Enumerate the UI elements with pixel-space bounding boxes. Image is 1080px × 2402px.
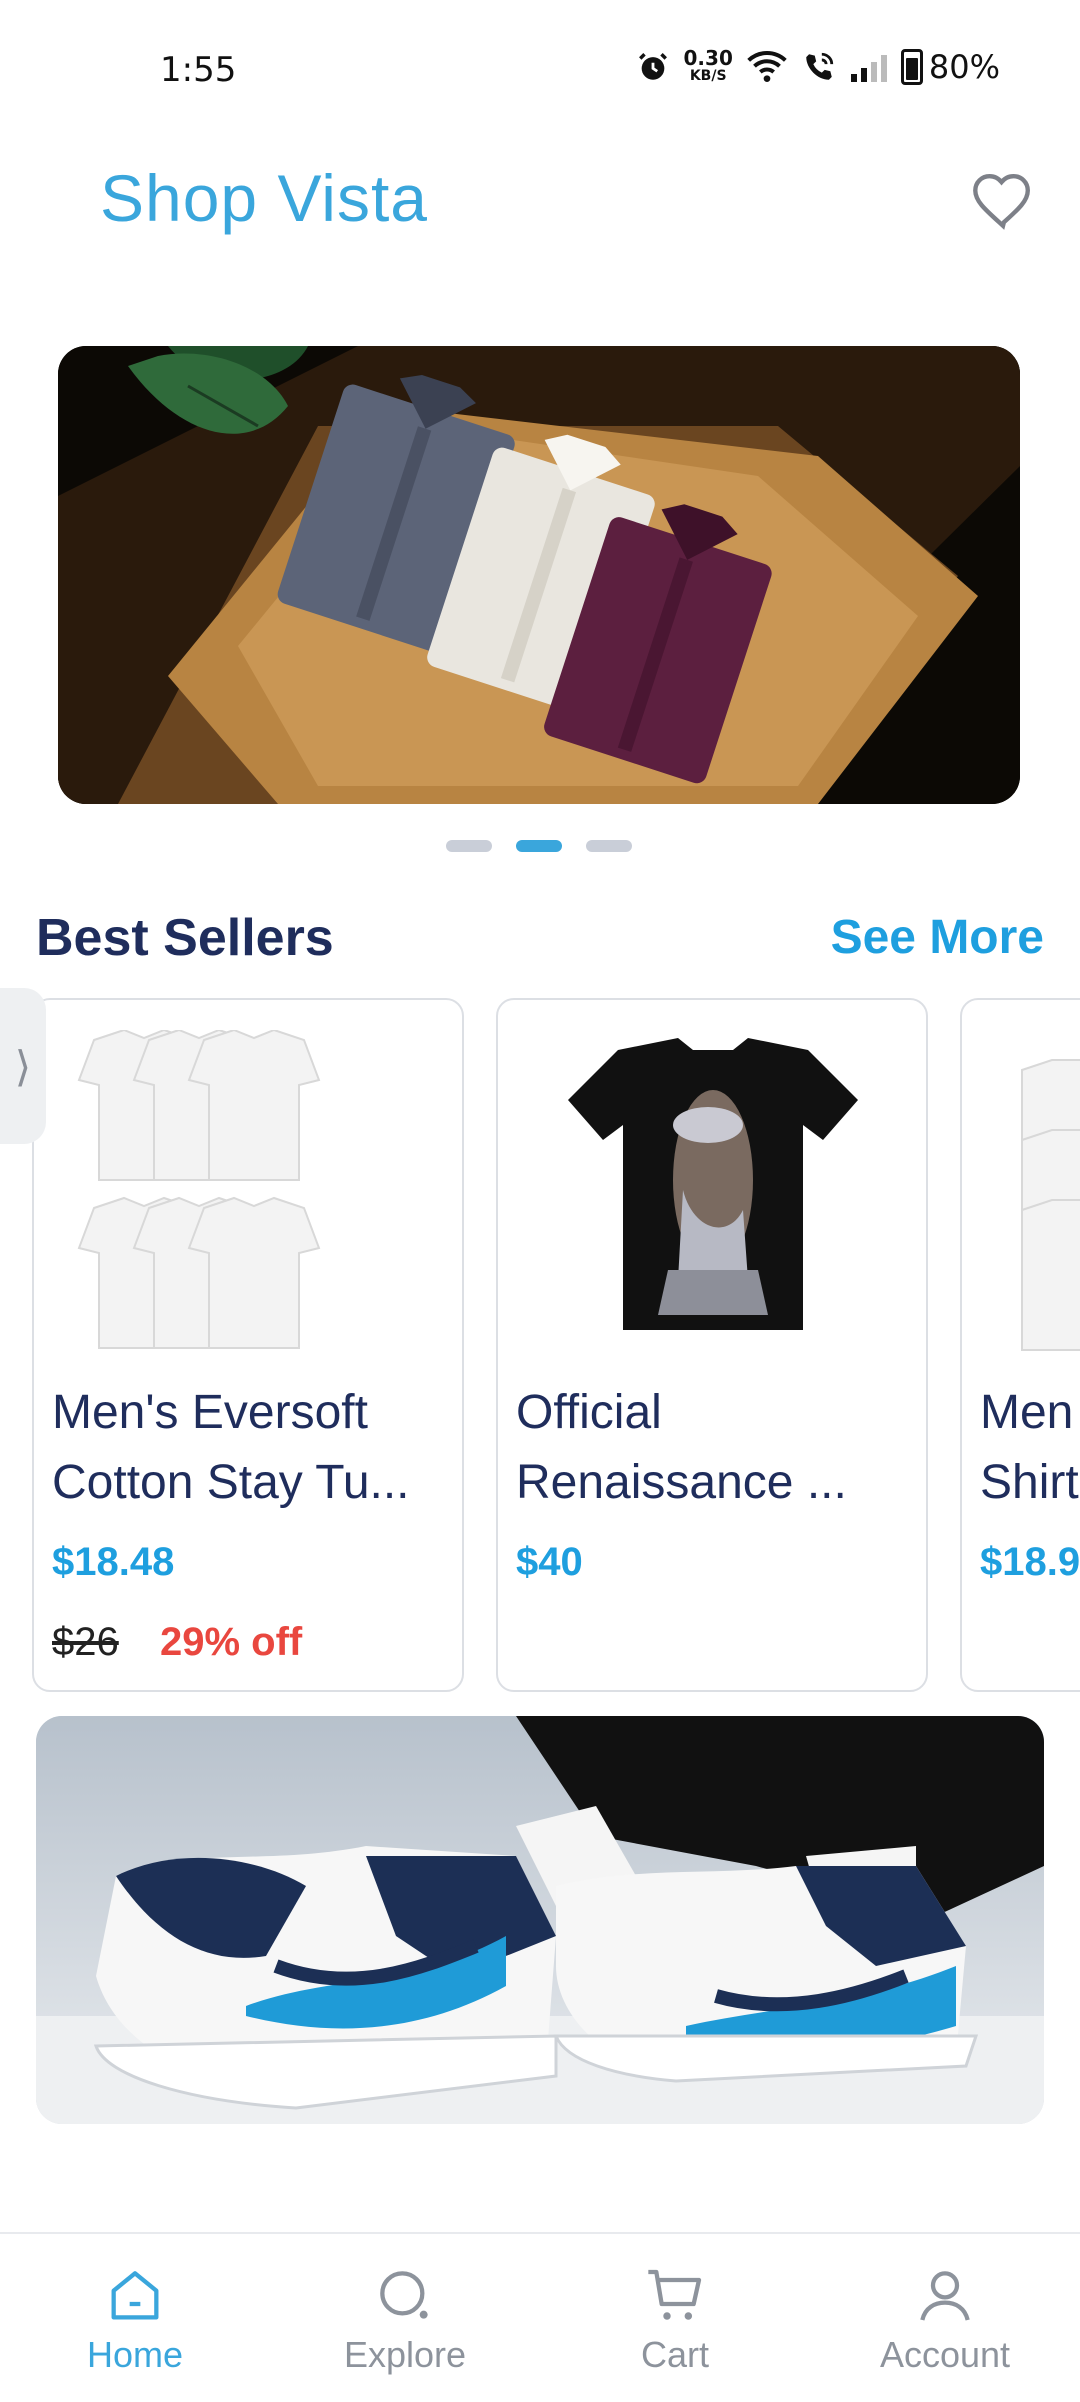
alarm-icon: [638, 53, 667, 80]
bottom-navigation: Home Explore Cart Account: [0, 2232, 1080, 2400]
status-icons: 0.30 KB/S 80%: [636, 48, 1000, 86]
product-name-line: Renaissance ...: [516, 1456, 847, 1509]
product-name-line: Men's Eversoft: [52, 1386, 368, 1439]
carousel-dot-active[interactable]: [516, 840, 562, 852]
product-name-line: Official: [516, 1386, 662, 1439]
section-title-best-sellers: Best Sellers: [36, 909, 334, 967]
battery-icon: [900, 49, 923, 85]
banner-image-shirts: [58, 346, 1020, 804]
nav-item-cart[interactable]: Cart: [540, 2234, 810, 2402]
home-icon: [111, 2271, 159, 2320]
app-title: Shop Vista: [100, 161, 429, 235]
app-header: Shop Vista: [0, 150, 1080, 260]
cart-icon: [648, 2269, 702, 2320]
wifi-icon: [747, 51, 787, 82]
nav-label: Account: [879, 2334, 1011, 2375]
side-drawer-handle[interactable]: ⟩: [0, 988, 46, 1144]
carousel-dot[interactable]: [446, 840, 492, 852]
net-speed-unit: KB/S: [689, 68, 727, 84]
carousel-dot[interactable]: [586, 840, 632, 852]
product-name: Men's Eversoft Cotton Stay Tu...: [52, 1378, 452, 1518]
battery-indicator: 80%: [900, 48, 1000, 86]
product-image-tshirt-pack: [77, 1030, 321, 1349]
product-image-black-tshirt: [568, 1038, 858, 1330]
net-speed: 0.30 KB/S: [683, 46, 733, 85]
net-speed-value: 0.30: [683, 46, 733, 70]
wifi-calling-icon: [806, 52, 834, 80]
product-name-line: Men: [980, 1386, 1074, 1439]
nav-item-home[interactable]: Home: [0, 2234, 270, 2402]
signal-icon: [850, 52, 887, 82]
nav-item-account[interactable]: Account: [810, 2234, 1080, 2402]
product-card[interactable]: Men's Eversoft Cotton Stay Tu... $18.48 …: [32, 998, 464, 1692]
nav-label: Cart: [640, 2334, 709, 2375]
status-bar: 1:55 0.30 KB/S 80%: [0, 0, 1080, 140]
product-price: $40: [516, 1540, 583, 1584]
promo-image-sneakers: [36, 1716, 1044, 2124]
favorites-button[interactable]: [968, 166, 1038, 236]
chevron-right-icon: ⟩: [14, 1041, 32, 1091]
carousel-indicator: [446, 840, 632, 852]
nav-label: Home: [86, 2334, 184, 2375]
product-carousel[interactable]: Men's Eversoft Cotton Stay Tu... $18.48 …: [0, 998, 1080, 1694]
product-name: Official Renaissance ...: [516, 1378, 916, 1518]
heart-icon: [973, 174, 1030, 230]
promo-banner[interactable]: [36, 1716, 1044, 2124]
banner-carousel[interactable]: [58, 346, 1020, 804]
status-time: 1:55: [160, 50, 237, 90]
product-card[interactable]: Men Shirt $18.9: [960, 998, 1080, 1692]
nav-item-explore[interactable]: Explore: [270, 2234, 540, 2402]
product-image-white-shirts: [1021, 1059, 1080, 1351]
search-icon: [380, 2271, 428, 2319]
nav-label: Explore: [343, 2334, 467, 2375]
battery-level: 80%: [928, 48, 1000, 86]
product-price: $18.9: [980, 1540, 1080, 1584]
product-price: $18.48: [52, 1540, 175, 1584]
product-card[interactable]: Official Renaissance ... $40: [496, 998, 928, 1692]
product-discount: 29% off: [160, 1620, 303, 1664]
user-icon: [920, 2271, 970, 2321]
product-name: Men Shirt: [980, 1378, 1080, 1518]
see-more-link[interactable]: See More: [831, 910, 1044, 965]
product-name-line: Shirt: [980, 1456, 1079, 1509]
product-old-price: $26: [52, 1620, 119, 1664]
product-name-line: Cotton Stay Tu...: [52, 1456, 410, 1509]
